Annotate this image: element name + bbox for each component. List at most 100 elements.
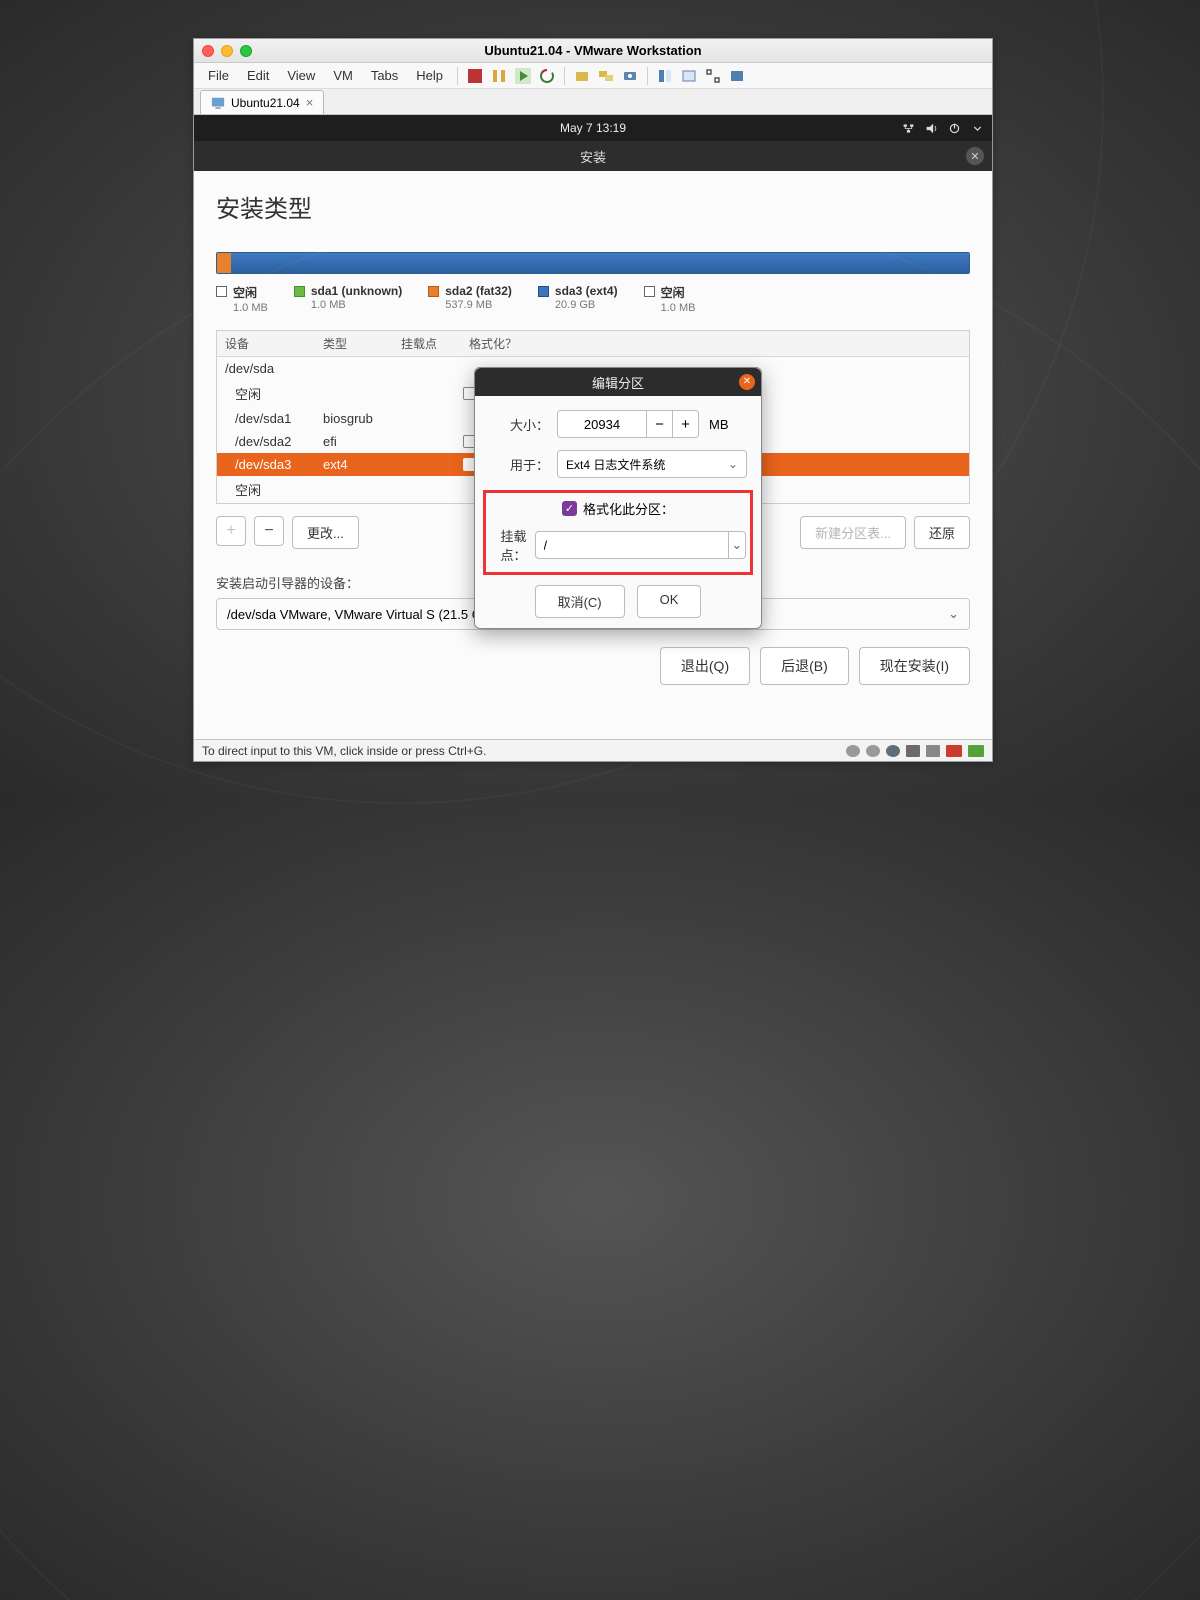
menu-separator xyxy=(457,67,458,85)
status-text: To direct input to this VM, click inside… xyxy=(202,744,486,758)
quit-button[interactable]: 退出(Q) xyxy=(660,647,750,685)
change-partition-button[interactable]: 更改... xyxy=(292,516,359,549)
size-decrement-button[interactable]: − xyxy=(647,410,673,438)
menu-edit[interactable]: Edit xyxy=(239,65,277,86)
installer-close-button[interactable]: ✕ xyxy=(966,147,984,165)
legend-sda3: sda3 (ext4)20.9 GB xyxy=(538,284,618,314)
menu-help[interactable]: Help xyxy=(408,65,451,86)
chevron-down-icon xyxy=(971,122,984,135)
gnome-system-menu[interactable] xyxy=(902,122,984,135)
usb-icon[interactable] xyxy=(926,745,940,757)
hdd-icon[interactable] xyxy=(846,745,860,757)
gnome-top-bar: May 7 13:19 xyxy=(194,115,992,141)
power-off-icon[interactable] xyxy=(466,67,484,85)
monitor-icon xyxy=(211,96,225,110)
format-checkbox[interactable]: ✓ xyxy=(562,501,577,516)
menu-file[interactable]: File xyxy=(200,65,237,86)
remove-partition-button[interactable]: − xyxy=(254,516,284,546)
size-label: 大小： xyxy=(489,415,549,434)
screenshot-icon[interactable] xyxy=(621,67,639,85)
legend-swatch xyxy=(644,286,655,297)
col-format: 格式化？ xyxy=(469,335,519,352)
col-mount: 挂载点 xyxy=(401,335,451,352)
play-icon[interactable] xyxy=(514,67,532,85)
disk-seg-sda2 xyxy=(217,253,231,273)
usedfor-select[interactable]: Ext4 日志文件系统 ⌄ xyxy=(557,450,747,478)
window-title: Ubuntu21.04 - VMware Workstation xyxy=(194,43,992,58)
cancel-button[interactable]: 取消(C) xyxy=(535,585,625,618)
bootloader-value: /dev/sda VMware, VMware Virtual S (21.5 … xyxy=(227,607,495,622)
titlebar: Ubuntu21.04 - VMware Workstation xyxy=(194,39,992,63)
quick-switch-icon[interactable] xyxy=(728,67,746,85)
size-increment-button[interactable]: + xyxy=(673,410,699,438)
legend-swatch xyxy=(538,286,549,297)
vm-tab-label: Ubuntu21.04 xyxy=(231,96,300,110)
dialog-body: 大小： − + MB 用于： Ext4 日志文件系统 ⌄ ✓ 格式化此分区： 挂… xyxy=(475,396,761,628)
fullscreen-icon[interactable] xyxy=(704,67,722,85)
vm-tab-close[interactable]: × xyxy=(306,95,314,110)
col-type: 类型 xyxy=(323,335,383,352)
disk-usage-bar xyxy=(216,252,970,274)
printer-icon[interactable] xyxy=(906,745,920,757)
revert-button[interactable]: 还原 xyxy=(914,516,970,549)
message-icon[interactable] xyxy=(968,745,984,757)
cd-icon[interactable] xyxy=(866,745,880,757)
size-unit: MB xyxy=(709,417,729,432)
highlight-annotation: ✓ 格式化此分区： 挂载点： ⌄ xyxy=(483,490,753,575)
restart-icon[interactable] xyxy=(538,67,556,85)
legend-swatch xyxy=(216,286,227,297)
dialog-titlebar: 编辑分区 ✕ xyxy=(475,368,761,396)
edit-partition-dialog: 编辑分区 ✕ 大小： − + MB 用于： Ext4 日志文件系统 ⌄ ✓ 格式… xyxy=(474,367,762,629)
status-icons xyxy=(846,745,984,757)
menu-separator xyxy=(647,67,648,85)
pause-icon[interactable] xyxy=(490,67,508,85)
chevron-down-icon: ⌄ xyxy=(728,457,738,471)
snapshot-manager-icon[interactable] xyxy=(597,67,615,85)
power-icon xyxy=(948,122,961,135)
menu-separator xyxy=(564,67,565,85)
gnome-clock[interactable]: May 7 13:19 xyxy=(560,121,626,135)
network-status-icon[interactable] xyxy=(886,745,900,757)
new-table-button[interactable]: 新建分区表... xyxy=(800,516,906,549)
ok-button[interactable]: OK xyxy=(637,585,702,618)
legend-sda1: sda1 (unknown)1.0 MB xyxy=(294,284,402,314)
size-row: 大小： − + MB xyxy=(489,410,747,438)
sound-icon[interactable] xyxy=(946,745,962,757)
partition-header: 设备 类型 挂载点 格式化？ xyxy=(217,331,969,357)
menu-vm[interactable]: VM xyxy=(325,65,361,86)
nav-buttons: 退出(Q) 后退(B) 现在安装(I) xyxy=(660,647,970,685)
add-partition-button[interactable]: + xyxy=(216,516,246,546)
menubar: File Edit View VM Tabs Help xyxy=(194,63,992,89)
legend-swatch xyxy=(294,286,305,297)
installer-title: 安装 xyxy=(580,147,606,166)
vm-tab[interactable]: Ubuntu21.04 × xyxy=(200,90,324,114)
console-icon[interactable] xyxy=(680,67,698,85)
chevron-down-icon: ⌄ xyxy=(731,537,742,553)
page-heading: 安装类型 xyxy=(216,189,970,224)
menu-view[interactable]: View xyxy=(279,65,323,86)
legend: 空闲1.0 MB sda1 (unknown)1.0 MB sda2 (fat3… xyxy=(216,284,970,314)
dialog-close-button[interactable]: ✕ xyxy=(739,374,755,390)
disk-seg-sda3 xyxy=(231,253,969,273)
chevron-down-icon: ⌄ xyxy=(948,606,959,622)
format-label: 格式化此分区： xyxy=(583,499,674,518)
legend-free-2: 空闲1.0 MB xyxy=(644,284,696,314)
legend-sda2: sda2 (fat32)537.9 MB xyxy=(428,284,512,314)
size-input[interactable] xyxy=(557,410,647,438)
install-button[interactable]: 现在安装(I) xyxy=(859,647,970,685)
volume-icon xyxy=(925,122,938,135)
dialog-buttons: 取消(C) OK xyxy=(489,585,747,618)
mount-point-input[interactable] xyxy=(535,531,729,559)
size-spinner: − + xyxy=(557,410,699,438)
network-icon xyxy=(902,122,915,135)
mount-label: 挂载点： xyxy=(490,526,527,564)
tabs-row: Ubuntu21.04 × xyxy=(194,89,992,115)
usedfor-label: 用于： xyxy=(489,455,549,474)
col-device: 设备 xyxy=(225,335,305,352)
snapshot-icon[interactable] xyxy=(573,67,591,85)
mount-point-dropdown-button[interactable]: ⌄ xyxy=(729,531,746,559)
back-button[interactable]: 后退(B) xyxy=(760,647,849,685)
menu-tabs[interactable]: Tabs xyxy=(363,65,406,86)
unity-icon[interactable] xyxy=(656,67,674,85)
legend-free-1: 空闲1.0 MB xyxy=(216,284,268,314)
